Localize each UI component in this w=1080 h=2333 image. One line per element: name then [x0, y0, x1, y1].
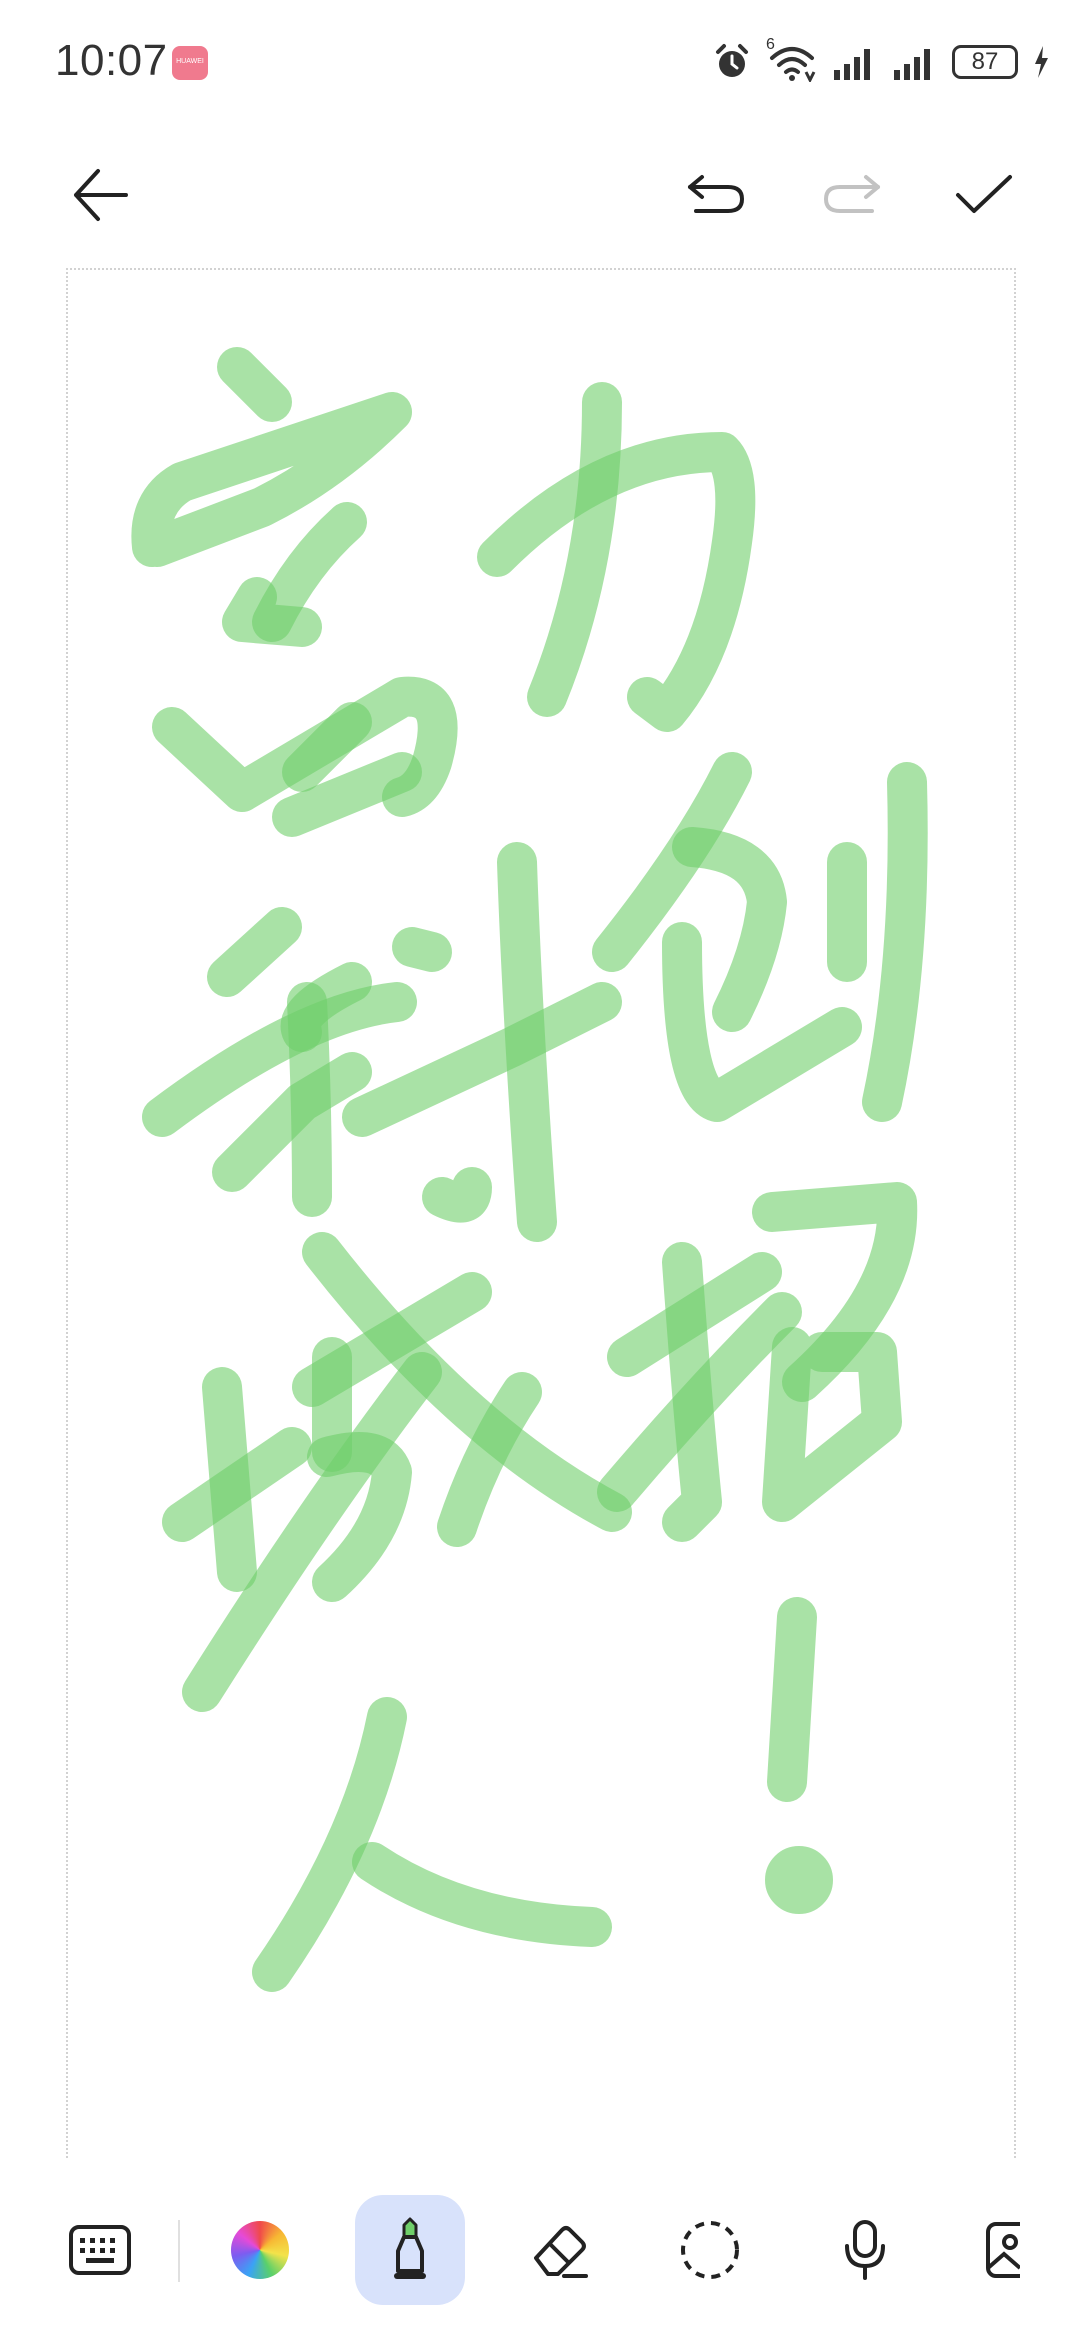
- highlighter-pen-icon: [394, 2217, 426, 2279]
- stroke: [392, 927, 452, 972]
- stroke: [672, 827, 787, 1032]
- eraser-icon: [534, 2226, 588, 2278]
- keyboard-icon: [69, 2225, 131, 2275]
- stroke: [862, 762, 928, 1122]
- stroke: [217, 347, 292, 422]
- stroke: [477, 432, 756, 732]
- insert-image-button[interactable]: [970, 2195, 1080, 2305]
- stroke: [207, 907, 302, 997]
- stroke: [765, 1846, 833, 1914]
- image-icon: [986, 2222, 1020, 2278]
- bottom-toolbar: [0, 2180, 1080, 2331]
- lasso-select-button[interactable]: [655, 2195, 765, 2305]
- color-wheel-icon: [231, 2221, 289, 2279]
- toolbar-divider: [178, 2220, 180, 2282]
- voice-input-button[interactable]: [810, 2195, 920, 2305]
- stroke: [767, 1597, 817, 1802]
- lasso-select-icon: [681, 2221, 739, 2279]
- keyboard-button[interactable]: [45, 2195, 155, 2305]
- stroke: [762, 1327, 902, 1522]
- stroke: [422, 1167, 492, 1223]
- eraser-button[interactable]: [505, 2195, 615, 2305]
- microphone-icon: [845, 2220, 885, 2280]
- stroke: [527, 382, 622, 717]
- handwriting-strokes: [131, 347, 928, 1992]
- highlighter-tool-button[interactable]: [355, 2195, 465, 2305]
- drawing-canvas[interactable]: [66, 268, 1016, 2158]
- color-picker-button[interactable]: [205, 2195, 315, 2305]
- stroke: [352, 1842, 612, 1947]
